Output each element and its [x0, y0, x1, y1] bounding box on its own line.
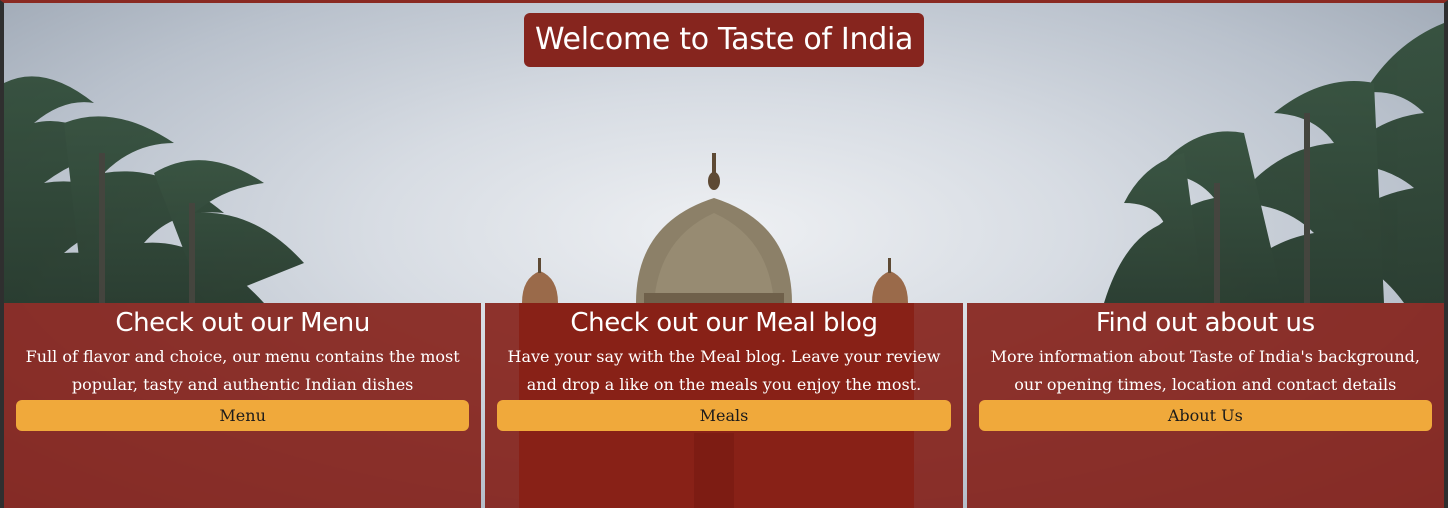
card-title: Check out our Meal blog: [570, 308, 878, 338]
card-meal-blog: Check out our Meal blog Have your say wi…: [485, 303, 963, 508]
menu-button[interactable]: Menu: [16, 400, 470, 431]
card-title: Find out about us: [1095, 308, 1315, 338]
hero-title-wrapper: Welcome to Taste of India: [4, 13, 1444, 67]
card-title: Check out our Menu: [115, 308, 370, 338]
card-about-us: Find out about us More information about…: [966, 303, 1444, 508]
card-description: Have your say with the Meal blog. Leave …: [507, 347, 941, 394]
page-title: Welcome to Taste of India: [523, 13, 925, 67]
page-frame: Welcome to Taste of India Check out our …: [0, 0, 1448, 508]
card-description: More information about Taste of India's …: [990, 347, 1420, 394]
card-description: Full of flavor and choice, our menu cont…: [25, 347, 460, 394]
about-us-button[interactable]: About Us: [978, 400, 1432, 431]
feature-cards: Check out our Menu Full of flavor and ch…: [4, 303, 1444, 508]
meals-button[interactable]: Meals: [497, 400, 951, 431]
card-menu: Check out our Menu Full of flavor and ch…: [4, 303, 482, 508]
